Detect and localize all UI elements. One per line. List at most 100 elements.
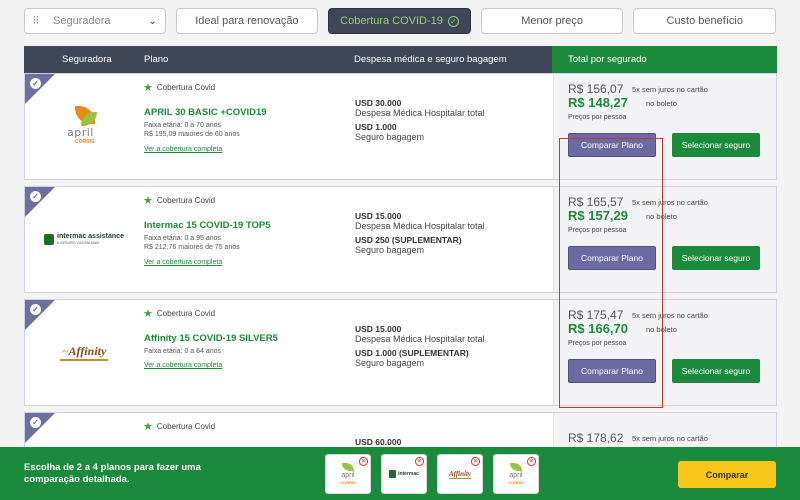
insurer-filter-placeholder: Seguradora <box>53 15 111 27</box>
compare-slot[interactable]: ✕ Affinity <box>437 454 483 494</box>
expenses-info: USD 30.000 Despesa Médica Hospitalar tot… <box>353 74 553 179</box>
covid-tag: ★ Cobertura Covid <box>143 420 215 433</box>
medical-amount: USD 15.000 <box>355 211 402 221</box>
price-card-note: 5x sem juros no cartão <box>632 85 708 94</box>
medical-label: Despesa Médica Hospitalar total <box>355 108 485 118</box>
price-per-person-note: Preços por pessoa <box>568 114 627 121</box>
covid-tag: ★ Cobertura Covid <box>143 194 215 207</box>
plan-age-range: Faixa etária: 0 a 70 anos <box>144 122 222 129</box>
compare-slot[interactable]: ✕ intermac <box>381 454 427 494</box>
medical-amount: USD 30.000 <box>355 98 402 108</box>
logo-subtext: A SEGURO VIAGEM MAIS <box>57 240 100 245</box>
column-header-expenses: Despesa médica e seguro bagagem <box>354 54 507 65</box>
insurance-comparison-page: ⫶⫶ Seguradora ⌄ Ideal para renovação Cob… <box>0 0 800 500</box>
filter-label: Cobertura COVID-19 <box>340 15 443 27</box>
covid-tag-label: Cobertura Covid <box>156 422 216 431</box>
april-logo: april CORRIS <box>61 105 107 148</box>
logo-text: intermac assistance <box>57 232 124 240</box>
affinity-logo: Affinity <box>448 469 472 479</box>
plan-age-range: Faixa etária: 0 a 64 anos <box>144 348 222 355</box>
compare-instructions: Escolha de 2 a 4 planos para fazer uma c… <box>24 462 201 485</box>
star-icon: ★ <box>143 308 153 320</box>
select-insurance-button[interactable]: Selecionar seguro <box>672 133 760 157</box>
star-icon: ★ <box>143 82 153 94</box>
medical-amount: USD 60.000 <box>355 437 402 447</box>
price-boleto-note: no boleto <box>646 99 677 108</box>
filter-bar: ⫶⫶ Seguradora ⌄ Ideal para renovação Cob… <box>24 8 777 34</box>
medical-amount: USD 15.000 <box>355 324 402 334</box>
close-icon[interactable]: ✕ <box>527 457 536 466</box>
intermac-logo: intermac assistance A SEGURO VIAGEM MAIS <box>44 233 124 247</box>
logo-text: Affinity <box>68 344 107 358</box>
covid-tag-label: Cobertura Covid <box>156 196 216 205</box>
plan-card: ✓ april CORRIS ★ Cobertura Covid APRIL 30… <box>24 73 777 180</box>
full-coverage-link[interactable]: Ver a cobertura completa <box>144 362 222 369</box>
filter-label: Custo benefício <box>666 15 743 27</box>
plan-age-range: Faixa etária: 0 a 95 anos <box>144 235 222 242</box>
compare-slot[interactable]: ✕ april CORRIS <box>325 454 371 494</box>
filter-label: Ideal para renovação <box>195 15 299 27</box>
plan-older-price: R$ 212,76 maiores de 75 anos <box>144 244 240 251</box>
plan-name: APRIL 30 BASIC +COVID19 <box>144 107 267 118</box>
price-card: R$ 178,62 <box>568 431 624 445</box>
compare-button[interactable]: Comparar <box>678 461 776 488</box>
star-icon: ★ <box>143 421 153 433</box>
insurer-logo-cell: ~Affinity <box>25 300 143 405</box>
filter-menor-preco-button[interactable]: Menor preço <box>480 8 624 34</box>
close-icon[interactable]: ✕ <box>359 457 368 466</box>
baggage-amount: USD 1.000 <box>355 122 397 132</box>
price-boleto: R$ 148,27 <box>568 95 628 110</box>
april-logo: april CORRIS <box>340 462 356 486</box>
plan-card: ✓ ~Affinity ★ Cobertura Covid Affinity 15… <box>24 299 777 406</box>
star-icon: ★ <box>143 195 153 207</box>
full-coverage-link[interactable]: Ver a cobertura completa <box>144 259 222 266</box>
price-card-note: 5x sem juros no cartão <box>632 434 708 443</box>
filter-covid-button[interactable]: Cobertura COVID-19 ✓ <box>328 8 471 34</box>
full-coverage-link[interactable]: Ver a cobertura completa <box>144 146 222 153</box>
medical-label: Despesa Médica Hospitalar total <box>355 221 485 231</box>
plan-name: Affinity 15 COVID-19 SILVER5 <box>144 333 278 344</box>
april-logo: april CORRIS <box>508 462 524 486</box>
check-circle-icon[interactable]: ✓ <box>30 417 41 428</box>
compare-slot[interactable]: ✕ april CORRIS <box>493 454 539 494</box>
plan-info: ★ Cobertura Covid Affinity 15 COVID-19 SI… <box>143 300 353 405</box>
logo-subtext: CORRIS <box>75 138 95 145</box>
chevron-down-icon: ⌄ <box>148 15 157 27</box>
plan-older-price: R$ 195,09 maiores de 60 anos <box>144 131 240 138</box>
close-icon[interactable]: ✕ <box>415 457 424 466</box>
card-corner-badge <box>25 413 55 443</box>
affinity-logo: ~Affinity <box>59 344 109 361</box>
baggage-amount: USD 250 (SUPLEMENTAR) <box>355 235 462 245</box>
baggage-label: Seguro bagagem <box>355 132 425 142</box>
covid-tag-label: Cobertura Covid <box>156 83 216 92</box>
insurer-logo-cell: april CORRIS <box>25 74 143 179</box>
insurer-logo-cell: intermac assistance A SEGURO VIAGEM MAIS <box>25 187 143 292</box>
logo-text: april <box>67 125 94 139</box>
medical-label: Despesa Médica Hospitalar total <box>355 334 485 344</box>
baggage-amount: USD 1.000 (SUPLEMENTAR) <box>355 348 469 358</box>
intermac-logo: intermac <box>389 470 419 478</box>
close-icon[interactable]: ✕ <box>471 457 480 466</box>
check-circle-icon: ✓ <box>447 15 459 27</box>
filter-ideal-renovacao-button[interactable]: Ideal para renovação <box>175 8 319 34</box>
column-header-insurer: Seguradora <box>62 54 112 65</box>
filter-label: Menor preço <box>521 15 583 27</box>
plan-card: ✓ intermac assistance A SEGURO VIAGEM MAI… <box>24 186 777 293</box>
price-card: R$ 156,07 <box>568 82 624 96</box>
expenses-info: USD 15.000 Despesa Médica Hospitalar tot… <box>353 300 553 405</box>
filter-custo-beneficio-button[interactable]: Custo benefício <box>633 8 777 34</box>
baggage-label: Seguro bagagem <box>355 358 425 368</box>
covid-tag: ★ Cobertura Covid <box>143 81 215 94</box>
plan-info: ★ Cobertura Covid APRIL 30 BASIC +COVID19… <box>143 74 353 179</box>
plan-info: ★ Cobertura Covid Intermac 15 COVID-19 TO… <box>143 187 353 292</box>
insurer-filter-select[interactable]: ⫶⫶ Seguradora ⌄ <box>24 8 166 34</box>
covid-tag-label: Cobertura Covid <box>156 309 216 318</box>
column-header-total: Total por segurado <box>552 46 777 73</box>
table-header: Seguradora Plano Despesa médica e seguro… <box>24 46 777 73</box>
sliders-icon: ⫶⫶ <box>33 14 39 27</box>
compare-buttons-highlight <box>559 138 663 408</box>
select-insurance-button[interactable]: Selecionar seguro <box>672 246 760 270</box>
covid-tag: ★ Cobertura Covid <box>143 307 215 320</box>
baggage-label: Seguro bagagem <box>355 245 425 255</box>
select-insurance-button[interactable]: Selecionar seguro <box>672 359 760 383</box>
